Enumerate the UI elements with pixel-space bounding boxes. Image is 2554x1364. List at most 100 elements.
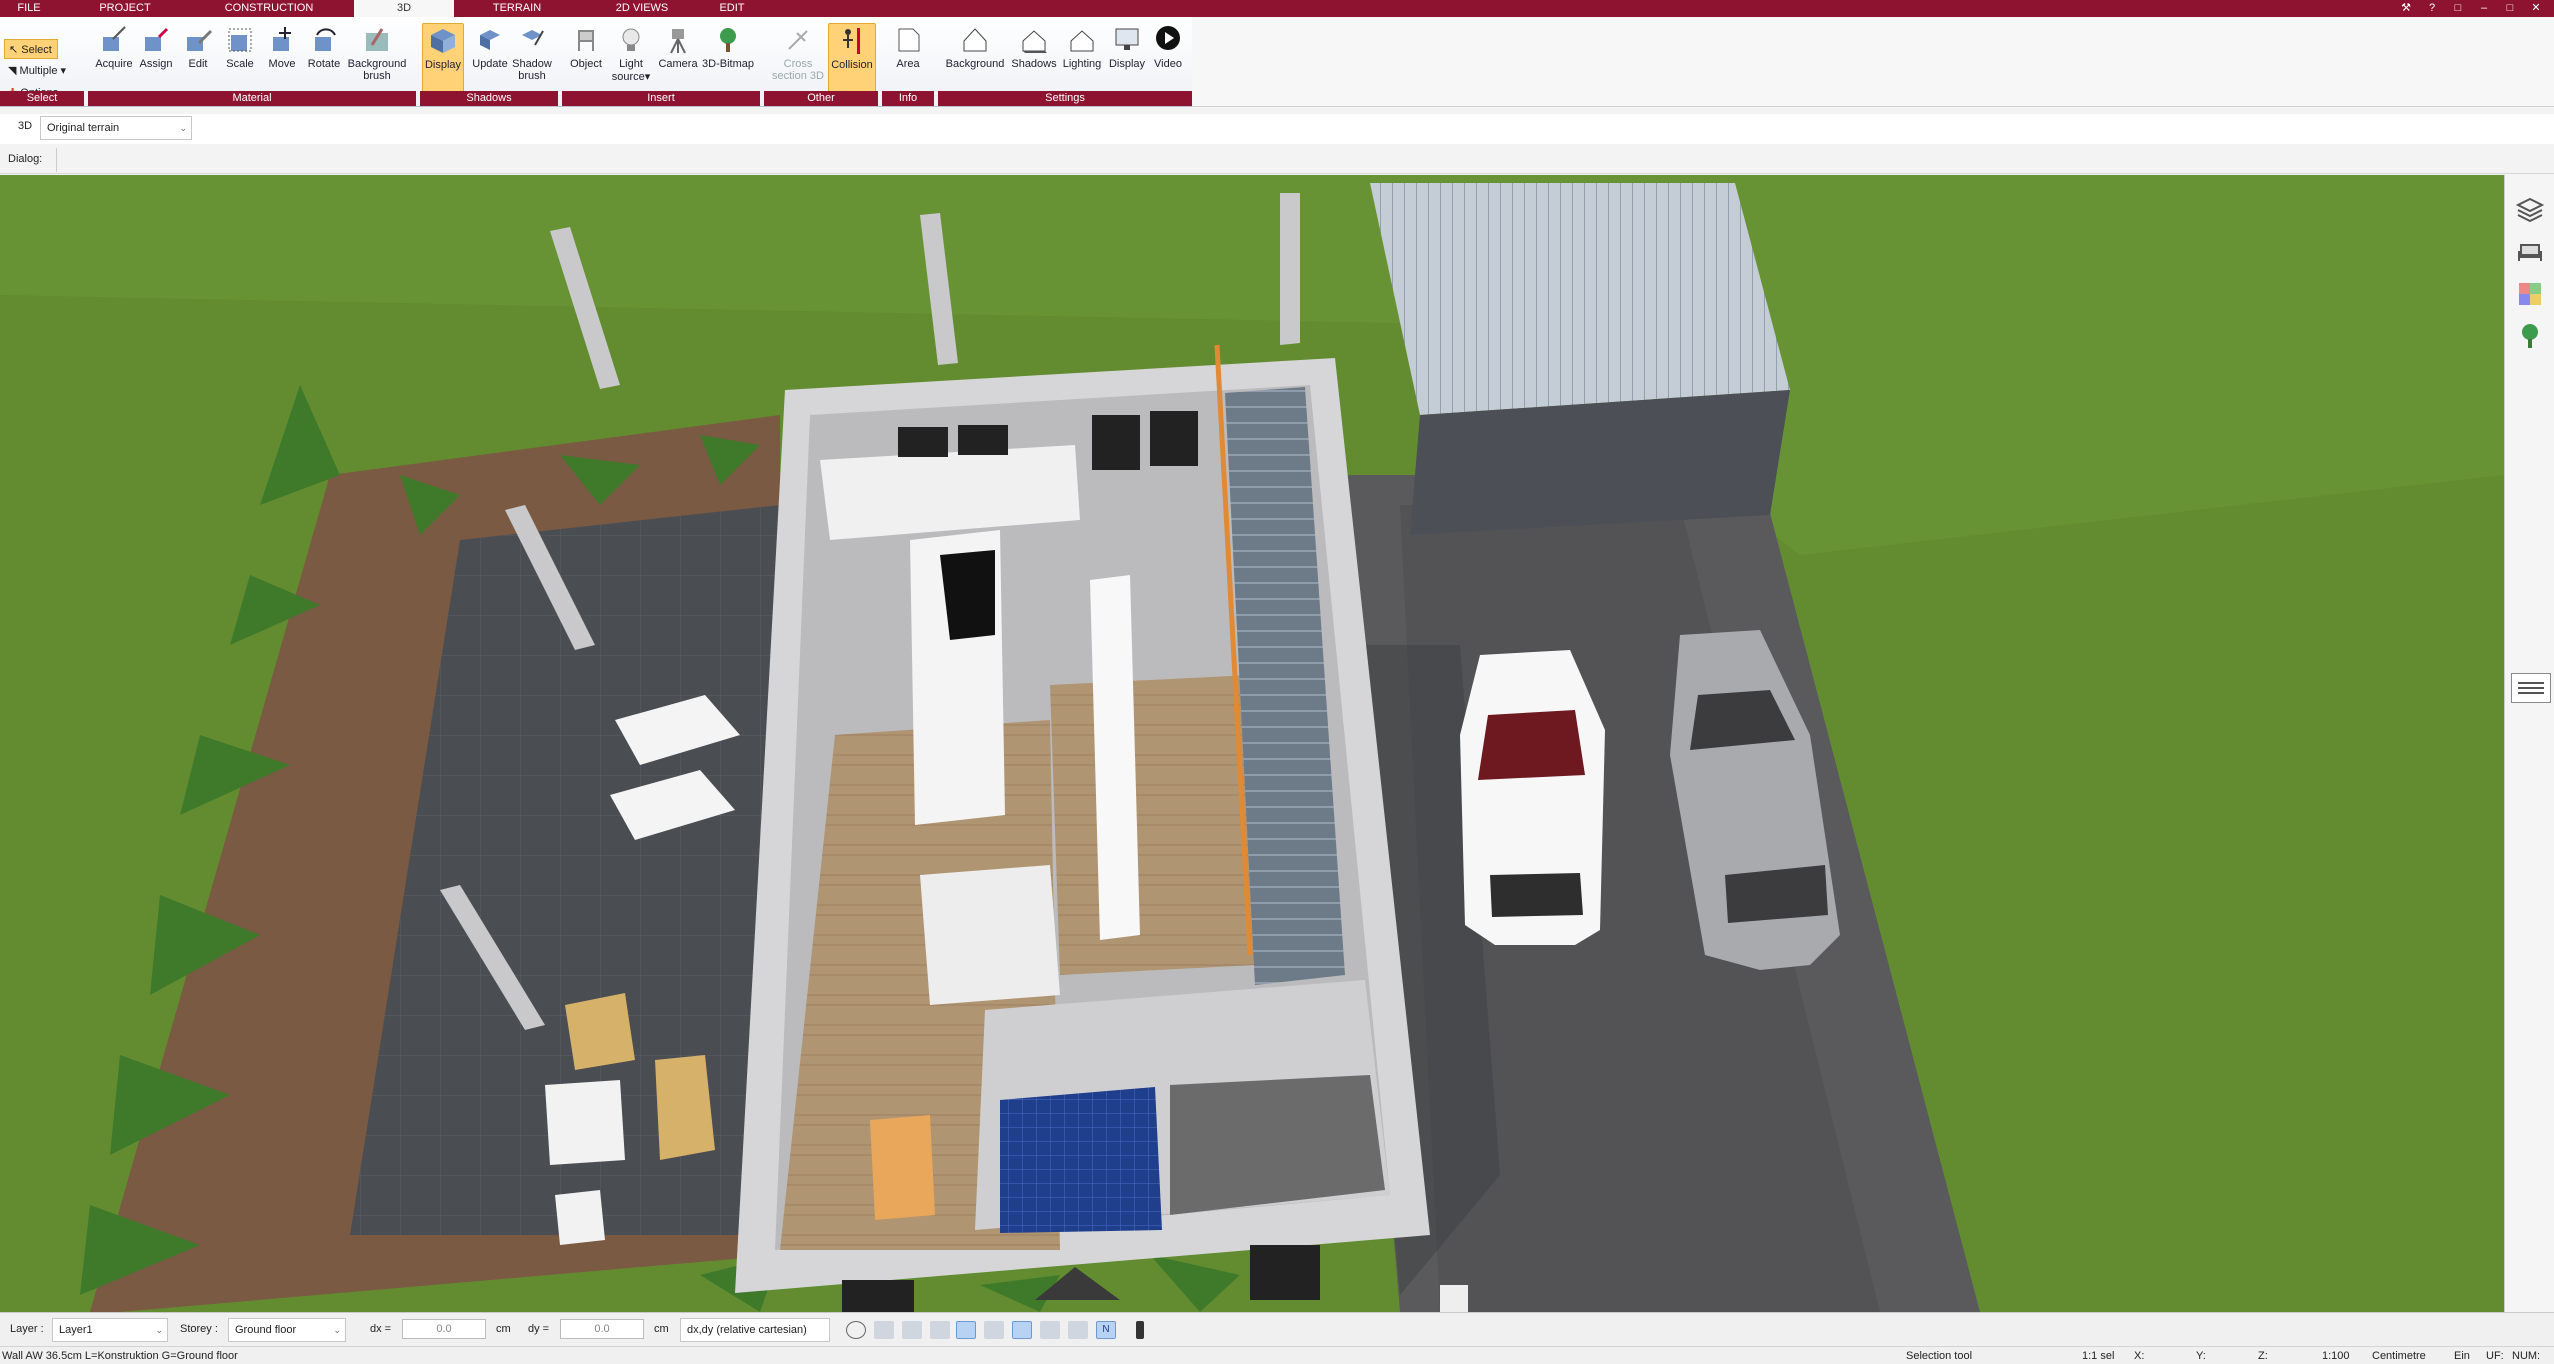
rotate-button[interactable]: Rotate	[300, 23, 348, 99]
plants-tree-icon[interactable]	[2515, 321, 2545, 351]
tab-construction[interactable]: CONSTRUCTION	[192, 0, 346, 17]
acquire-icon	[103, 26, 126, 51]
scale-button[interactable]: Scale	[216, 23, 264, 99]
terrain-select[interactable]: Original terrain ⌄	[40, 116, 192, 140]
shadow-update-button[interactable]: Update	[466, 23, 514, 99]
north-icon[interactable]: N	[1096, 1321, 1116, 1339]
shadows-settings-button[interactable]: Shadows	[1008, 23, 1060, 99]
menu-tab-bar: FILE PROJECT CONSTRUCTION 3D TERRAIN 2D …	[0, 0, 2554, 17]
video-button[interactable]: Video	[1146, 23, 1190, 99]
materials-icon[interactable]	[2515, 279, 2545, 309]
lightbulb-icon	[622, 28, 640, 51]
multiple-button[interactable]: ◥ Multiple ▾	[4, 61, 84, 81]
snap-point-icon[interactable]	[902, 1321, 922, 1339]
restore-icon[interactable]: □	[2448, 0, 2468, 17]
3d-bitmap-label: 3D-Bitmap	[702, 58, 754, 70]
dx-unit: cm	[496, 1323, 511, 1335]
help-icon[interactable]: ?	[2422, 0, 2442, 17]
tab-terrain[interactable]: TERRAIN	[462, 0, 572, 17]
status-tool: Selection tool	[1906, 1350, 1973, 1362]
tab-file[interactable]: FILE	[0, 0, 58, 17]
layer-label: Layer :	[10, 1323, 44, 1335]
3d-bitmap-button[interactable]: 3D-Bitmap	[700, 23, 756, 99]
tab-3d[interactable]: 3D	[354, 0, 454, 17]
group-label-select: Select	[0, 91, 84, 106]
shadow-display-button[interactable]: Display	[422, 23, 464, 99]
cross-section-label-1: Cross	[783, 58, 813, 70]
camera-button[interactable]: Camera	[654, 23, 702, 99]
group-label-material: Material	[88, 91, 416, 106]
move-button[interactable]: Move	[258, 23, 306, 99]
status-ein: Ein	[2454, 1350, 2470, 1362]
select-button[interactable]: ↖ Select	[4, 39, 58, 59]
snap-surface-icon[interactable]	[1012, 1321, 1032, 1339]
storey-select-value: Ground floor	[235, 1324, 297, 1336]
ortho-icon[interactable]	[984, 1321, 1004, 1339]
hatch-icon[interactable]	[1040, 1321, 1060, 1339]
background-label: Background	[945, 58, 1005, 70]
armchair-icon[interactable]	[2515, 237, 2545, 267]
acquire-button[interactable]: Acquire	[90, 23, 138, 99]
display-settings-label: Display	[1108, 58, 1146, 70]
snap-line-icon[interactable]	[930, 1321, 950, 1339]
view-mode-label: 3D	[18, 120, 33, 132]
snap-angle-icon[interactable]	[956, 1321, 976, 1339]
snap-grid-icon[interactable]	[874, 1321, 894, 1339]
dy-unit: cm	[654, 1323, 669, 1335]
grid-icon[interactable]	[1068, 1321, 1088, 1339]
clock-icon[interactable]	[846, 1321, 866, 1339]
layer-select[interactable]: Layer1 ⌄	[52, 1318, 168, 1342]
light-source-button[interactable]: Light source▾	[606, 23, 656, 99]
storey-select[interactable]: Ground floor ⌄	[228, 1318, 346, 1342]
chevron-down-icon: ⌄	[179, 123, 187, 133]
collision-icon	[843, 28, 860, 54]
maximize-icon[interactable]: □	[2500, 0, 2520, 17]
background-brush-button[interactable]: Background brush	[344, 23, 410, 99]
video-label: Video	[1154, 58, 1182, 70]
cross-section-label-2: section 3D	[772, 70, 824, 82]
storey-label: Storey :	[180, 1323, 218, 1335]
area-label: Area	[896, 58, 920, 70]
close-icon[interactable]: ✕	[2526, 0, 2546, 17]
status-bar: Wall AW 36.5cm L=Konstruktion G=Ground f…	[0, 1346, 2554, 1364]
dy-input[interactable]: 0.0	[560, 1319, 644, 1339]
shadow-update-label: Update	[472, 58, 508, 70]
right-side-panel	[2504, 175, 2554, 1312]
collision-button[interactable]: Collision	[828, 23, 876, 99]
shadow-display-label: Display	[424, 59, 462, 71]
coordinate-mode-select[interactable]: dx,dy (relative cartesian)	[680, 1318, 830, 1342]
cross-section-3d-button[interactable]: Cross section 3D	[772, 23, 824, 99]
group-label-other: Other	[764, 91, 878, 106]
tools-icon[interactable]: ⚒	[2396, 0, 2416, 17]
shadow-brush-label-2: brush	[518, 70, 546, 82]
dialog-label: Dialog:	[8, 153, 43, 165]
cursor-icon: ↖	[9, 44, 19, 56]
play-icon	[1156, 26, 1180, 50]
object-button[interactable]: Object	[562, 23, 610, 99]
3d-viewport[interactable]	[0, 175, 2504, 1312]
tab-project[interactable]: PROJECT	[62, 0, 188, 17]
chevron-down-icon: ⌄	[333, 1325, 341, 1335]
edit-button[interactable]: Edit	[174, 23, 222, 99]
status-scale: 1:100	[2322, 1350, 2350, 1362]
display-settings-button[interactable]: Display	[1104, 23, 1150, 99]
select-label: Select	[21, 44, 52, 56]
edit-label: Edit	[188, 58, 208, 70]
minimize-icon[interactable]: –	[2474, 0, 2494, 17]
panel-collapse-handle[interactable]	[2511, 673, 2551, 703]
dx-input[interactable]: 0.0	[402, 1319, 486, 1339]
info-pin-icon[interactable]	[1136, 1321, 1144, 1339]
3d-scene[interactable]	[0, 175, 2504, 1312]
acquire-label: Acquire	[95, 58, 133, 70]
area-button[interactable]: Area	[884, 23, 932, 99]
shadow-brush-button[interactable]: Shadow brush	[508, 23, 556, 99]
tab-edit[interactable]: EDIT	[712, 0, 752, 17]
layer-select-value: Layer1	[59, 1324, 93, 1336]
layers-icon[interactable]	[2515, 195, 2545, 225]
area-icon	[898, 28, 920, 52]
background-button[interactable]: Background	[940, 23, 1010, 99]
assign-button[interactable]: Assign	[132, 23, 180, 99]
lighting-button[interactable]: Lighting	[1056, 23, 1108, 99]
tab-2d-views[interactable]: 2D VIEWS	[580, 0, 704, 17]
shadow-brush-label-1: Shadow	[512, 58, 552, 70]
